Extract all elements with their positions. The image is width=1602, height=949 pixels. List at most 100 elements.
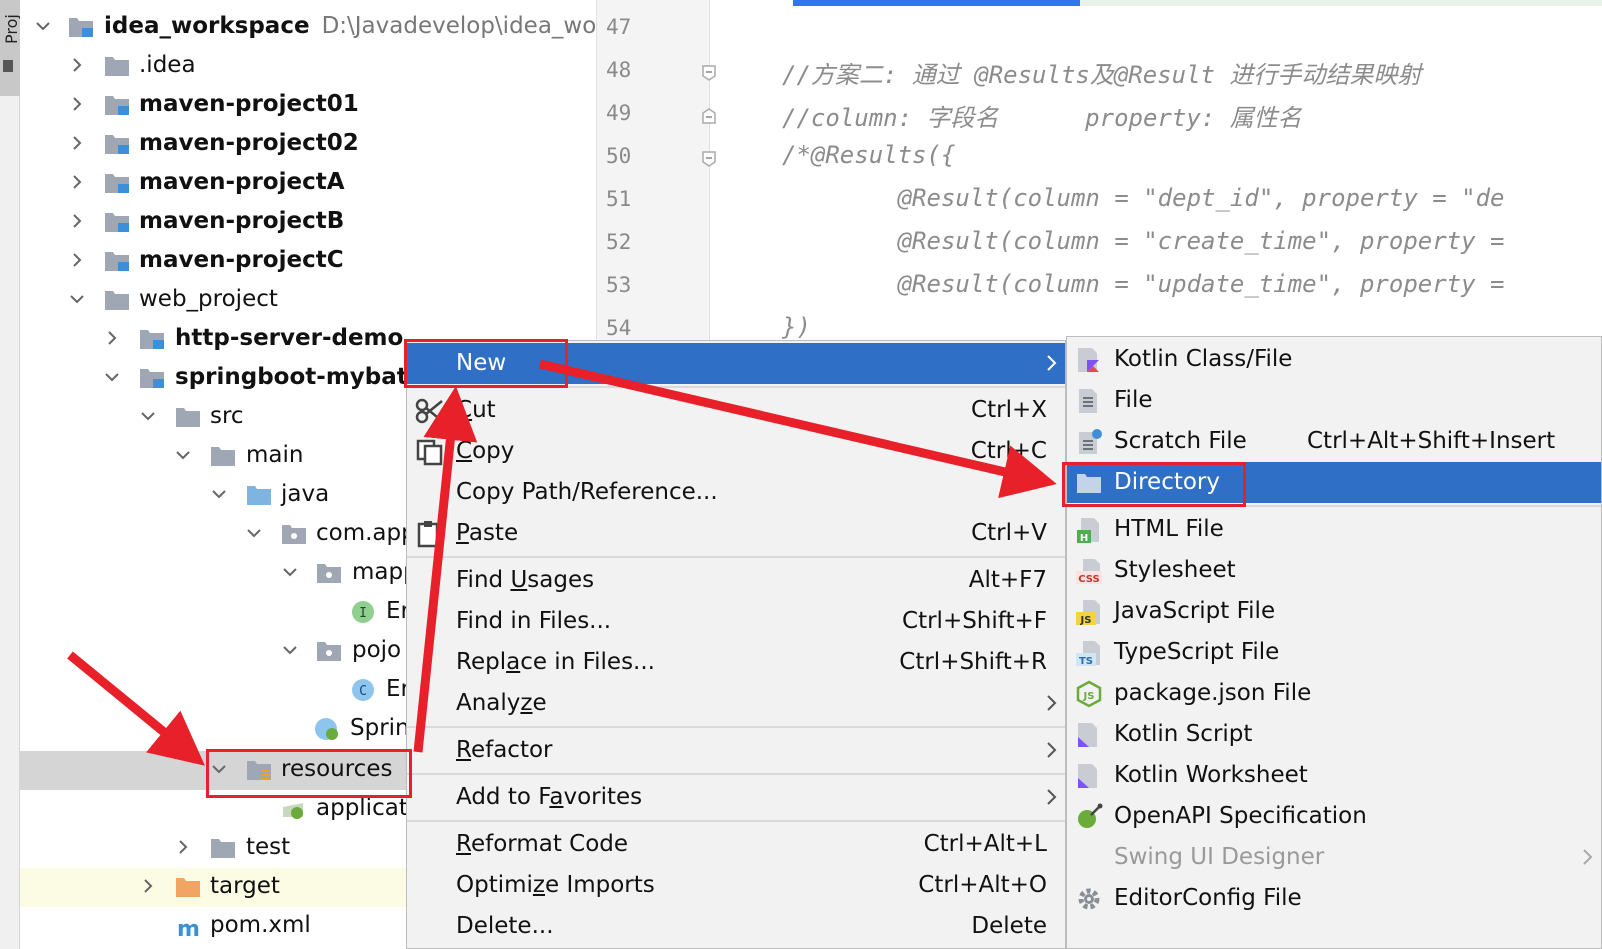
line-number: 50	[606, 144, 632, 168]
svg-text:CSS: CSS	[1078, 574, 1099, 585]
tool-window-strip: Proj	[0, 0, 21, 949]
submenu-item-stylesheet[interactable]: CSS Stylesheet	[1067, 550, 1601, 591]
kotlin-script-icon	[1075, 721, 1103, 749]
svg-text:TS: TS	[1079, 656, 1093, 667]
chevron-down-icon[interactable]	[139, 407, 157, 425]
maven-file-icon: m	[175, 914, 201, 942]
tree-row-maven-project02[interactable]: maven-project02	[20, 125, 596, 164]
menu-item-analyze[interactable]: Analyze	[407, 683, 1065, 724]
chevron-right-icon[interactable]	[68, 173, 86, 191]
submenu-item-file[interactable]: File	[1067, 380, 1601, 421]
submenu-item-swing-ui-designer[interactable]: Swing UI Designer	[1067, 837, 1601, 878]
annotation-box-directory	[1062, 462, 1246, 507]
menu-item-copy-path[interactable]: Copy Path/Reference...	[407, 472, 1065, 513]
tree-row-idea-workspace[interactable]: idea_workspace D:\Javadevelop\idea_work	[20, 8, 596, 47]
chevron-right-icon[interactable]	[68, 134, 86, 152]
code-line: @Result(column = "dept_id", property = "…	[782, 184, 1505, 212]
spring-boot-class-icon	[314, 717, 340, 741]
excluded-folder-icon	[175, 875, 201, 899]
menu-item-copy[interactable]: Copy Ctrl+C	[407, 431, 1065, 472]
package-icon	[316, 561, 342, 585]
code-line: @Result(column = "update_time", property…	[782, 270, 1505, 298]
chevron-right-icon[interactable]	[139, 877, 157, 895]
menu-item-replace-in-files[interactable]: Replace in Files... Ctrl+Shift+R	[407, 642, 1065, 683]
menu-item-cut[interactable]: Cut Ctrl+X	[407, 390, 1065, 431]
submenu-item-kotlin-worksheet[interactable]: Kotlin Worksheet	[1067, 755, 1601, 796]
chevron-right-icon[interactable]	[68, 95, 86, 113]
kotlin-file-icon	[1075, 346, 1103, 374]
submenu-arrow-icon	[1045, 740, 1059, 760]
folder-icon	[104, 288, 130, 312]
chevron-down-icon[interactable]	[245, 524, 263, 542]
editor-tab-indicator	[793, 0, 1080, 6]
chevron-right-icon[interactable]	[103, 329, 121, 347]
svg-text:JS: JS	[1083, 691, 1095, 702]
file-icon	[1075, 387, 1103, 415]
fold-start-icon[interactable]	[701, 150, 717, 168]
tree-row-maven-projectc[interactable]: maven-projectC	[20, 242, 596, 281]
chevron-down-icon[interactable]	[34, 17, 52, 35]
tree-item-label: applicati	[316, 795, 415, 821]
submenu-item-scratch-file[interactable]: Scratch File Ctrl+Alt+Shift+Insert	[1067, 421, 1601, 462]
folder-icon	[104, 54, 130, 78]
chevron-right-icon[interactable]	[68, 251, 86, 269]
chevron-down-icon[interactable]	[68, 290, 86, 308]
line-number: 54	[606, 316, 632, 340]
tree-item-label: java	[281, 481, 330, 507]
line-number: 52	[606, 230, 632, 254]
svg-text:I: I	[359, 606, 367, 621]
chevron-right-icon[interactable]	[68, 56, 86, 74]
submenu-item-javascript-file[interactable]: JS JavaScript File	[1067, 591, 1601, 632]
tree-row-idea[interactable]: .idea	[20, 47, 596, 86]
submenu-item-package-json[interactable]: JS package.json File	[1067, 673, 1601, 714]
scissors-icon	[415, 397, 445, 425]
project-tool-window-tab[interactable]: Proj	[0, 0, 21, 96]
gear-icon	[1075, 885, 1103, 913]
code-line: @Result(column = "create_time", property…	[782, 227, 1505, 255]
submenu-item-typescript-file[interactable]: TS TypeScript File	[1067, 632, 1601, 673]
module-folder-icon	[104, 132, 130, 156]
menu-item-add-to-favorites[interactable]: Add to Favorites	[407, 777, 1065, 818]
module-folder-icon	[104, 93, 130, 117]
javascript-file-icon: JS	[1075, 598, 1103, 626]
submenu-item-kotlin-script[interactable]: Kotlin Script	[1067, 714, 1601, 755]
chevron-right-icon[interactable]	[68, 212, 86, 230]
chevron-down-icon[interactable]	[103, 368, 121, 386]
chevron-down-icon[interactable]	[281, 641, 299, 659]
menu-item-find-in-files[interactable]: Find in Files... Ctrl+Shift+F	[407, 601, 1065, 642]
menu-item-paste[interactable]: Paste Ctrl+V	[407, 513, 1065, 554]
submenu-item-kotlin-class[interactable]: Kotlin Class/File	[1067, 339, 1601, 380]
fold-start-icon[interactable]	[701, 64, 717, 82]
folder-icon	[175, 405, 201, 429]
source-folder-icon	[246, 483, 272, 507]
nodejs-icon: JS	[1075, 680, 1103, 708]
fold-end-icon[interactable]	[701, 107, 717, 125]
submenu-item-openapi[interactable]: OpenAPI Specification	[1067, 796, 1601, 837]
tree-row-maven-projectb[interactable]: maven-projectB	[20, 203, 596, 242]
tree-item-label: web_project	[139, 286, 278, 312]
tree-row-web-project[interactable]: web_project	[20, 281, 596, 320]
chevron-down-icon[interactable]	[174, 446, 192, 464]
tree-row-maven-project01[interactable]: maven-project01	[20, 86, 596, 125]
tree-item-label: maven-projectB	[139, 208, 345, 234]
annotation-box-new	[404, 339, 568, 388]
tree-item-label: com.app	[316, 520, 416, 546]
submenu-arrow-icon	[1045, 693, 1059, 713]
menu-item-reformat-code[interactable]: Reformat Code Ctrl+Alt+L	[407, 824, 1065, 865]
submenu-item-html-file[interactable]: H HTML File	[1067, 509, 1601, 550]
submenu-item-editorconfig[interactable]: EditorConfig File	[1067, 878, 1601, 919]
menu-item-find-usages[interactable]: Find Usages Alt+F7	[407, 560, 1065, 601]
code-line: })	[782, 313, 811, 341]
chevron-down-icon[interactable]	[281, 563, 299, 581]
tree-item-label: main	[246, 442, 304, 468]
tree-row-maven-projecta[interactable]: maven-projectA	[20, 164, 596, 203]
chevron-down-icon[interactable]	[210, 485, 228, 503]
chevron-right-icon[interactable]	[174, 838, 192, 856]
menu-item-delete[interactable]: Delete... Delete	[407, 906, 1065, 947]
menu-item-refactor[interactable]: Refactor	[407, 730, 1065, 771]
svg-text:JS: JS	[1080, 615, 1092, 626]
tree-item-label: src	[210, 403, 244, 429]
menu-item-optimize-imports[interactable]: Optimize Imports Ctrl+Alt+O	[407, 865, 1065, 906]
tree-item-label: target	[210, 873, 280, 899]
tree-item-label: Sprin	[350, 715, 410, 741]
